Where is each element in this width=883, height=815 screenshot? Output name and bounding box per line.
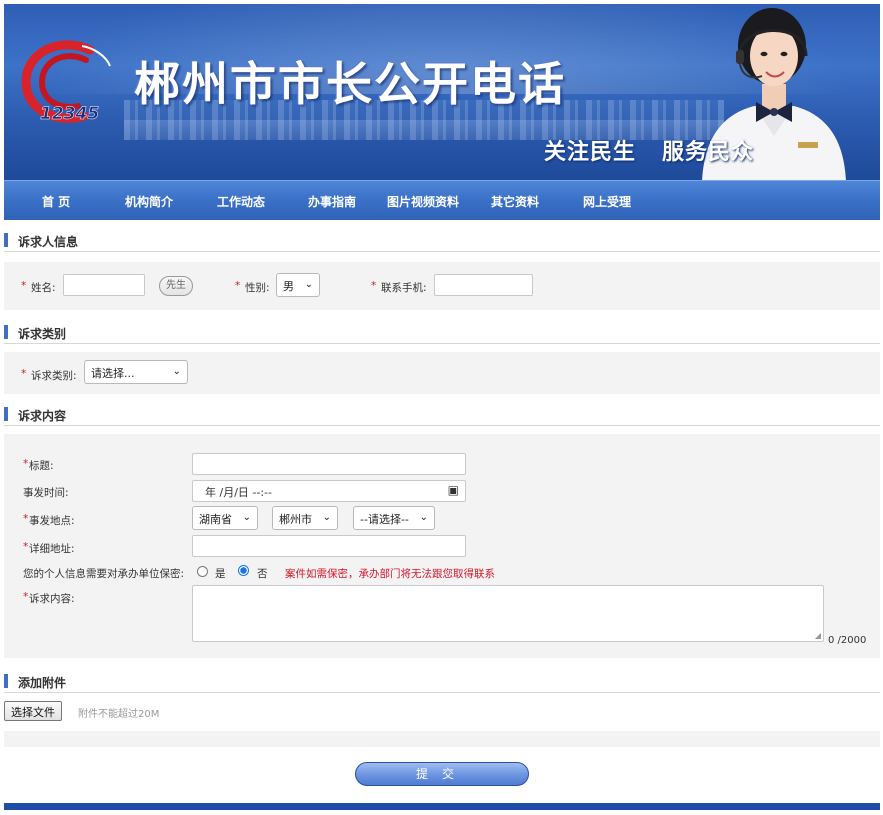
section-title: 诉求类别: [18, 327, 67, 341]
site-slogan: 关注民生 服务民众: [544, 139, 754, 165]
attachment-panel: [4, 731, 880, 747]
nav-item-news[interactable]: 工作动态: [217, 193, 265, 210]
section-content-header: 诉求内容: [4, 404, 880, 426]
privacy-yes-radio[interactable]: [197, 566, 208, 577]
chevron-down-icon: ⌄: [304, 279, 313, 290]
required-mark: *: [21, 280, 27, 292]
time-value: 年 /月/日 --:--: [205, 486, 272, 499]
logo-number: 12345: [40, 104, 100, 125]
title-toggle-button[interactable]: 先生: [159, 276, 193, 296]
section-title: 诉求人信息: [18, 235, 79, 249]
calendar-icon[interactable]: ▣: [448, 483, 459, 497]
section-marker: [4, 233, 8, 247]
category-value: 请选择...: [91, 367, 135, 380]
section-title: 诉求内容: [18, 409, 67, 423]
section-title: 添加附件: [18, 676, 67, 690]
main-nav: 首 页 机构简介 工作动态 办事指南 图片视频资料 其它资料 网上受理: [4, 180, 880, 220]
section-requester-header: 诉求人信息: [4, 230, 880, 252]
resize-grip-icon[interactable]: ◢: [815, 631, 821, 640]
body-label: 诉求内容:: [29, 593, 75, 605]
category-label: 诉求类别:: [31, 370, 77, 382]
required-mark: *: [21, 368, 27, 380]
gender-select[interactable]: 男 ⌄: [276, 273, 320, 297]
nav-item-guide[interactable]: 办事指南: [308, 193, 356, 210]
city-select[interactable]: 郴州市 ⌄: [272, 506, 338, 530]
category-select[interactable]: 请选择... ⌄: [84, 360, 188, 384]
site-banner: 12345 郴州市市长公开电话 关注民生 服务民众: [4, 4, 880, 180]
phone-input[interactable]: [434, 274, 533, 296]
required-mark: *: [23, 458, 29, 470]
chevron-down-icon: ⌄: [419, 512, 428, 523]
attachment-hint: 附件不能超过20M: [78, 709, 160, 720]
chevron-down-icon: ⌄: [322, 512, 331, 523]
address-label: 详细地址:: [29, 543, 75, 555]
privacy-no-label: 否: [257, 568, 268, 580]
section-marker: [4, 407, 8, 421]
choose-file-button[interactable]: 选择文件: [4, 701, 62, 721]
city-value: 郴州市: [279, 513, 312, 526]
char-counter: 0 /2000: [828, 635, 867, 646]
nav-item-online[interactable]: 网上受理: [583, 193, 631, 210]
required-mark: *: [23, 513, 29, 525]
nav-item-home[interactable]: 首 页: [42, 193, 70, 210]
required-mark: *: [235, 280, 241, 292]
hotline-logo: 12345: [20, 38, 124, 124]
section-category-header: 诉求类别: [4, 322, 880, 344]
time-input[interactable]: 年 /月/日 --:-- ▣: [192, 480, 466, 502]
body-textarea[interactable]: ◢: [192, 585, 824, 642]
time-label: 事发时间:: [23, 487, 69, 499]
site-title: 郴州市市长公开电话: [134, 57, 566, 111]
privacy-yes-label: 是: [215, 568, 226, 580]
district-value: --请选择--: [360, 513, 409, 526]
section-attachment-header: 添加附件: [4, 671, 880, 693]
district-select[interactable]: --请选择-- ⌄: [353, 506, 435, 530]
requester-panel: * 姓名: 先生 * 性别: 男 ⌄ * 联系手机:: [4, 262, 880, 310]
gender-label: 性别:: [245, 282, 270, 294]
required-mark: *: [371, 280, 377, 292]
province-value: 湖南省: [199, 513, 232, 526]
nav-item-about[interactable]: 机构简介: [125, 193, 173, 210]
title-input[interactable]: [192, 453, 466, 475]
required-mark: *: [23, 541, 29, 553]
title-label: 标题:: [29, 460, 54, 472]
province-select[interactable]: 湖南省 ⌄: [192, 506, 258, 530]
phone-label: 联系手机:: [381, 282, 427, 294]
content-panel: * 标题: 事发时间: 年 /月/日 --:-- ▣ * 事发地点: 湖南省 ⌄…: [4, 434, 880, 658]
name-label: 姓名:: [31, 282, 56, 294]
category-panel: * 诉求类别: 请选择... ⌄: [4, 352, 880, 394]
address-input[interactable]: [192, 535, 466, 557]
gender-value: 男: [283, 280, 294, 293]
nav-item-media[interactable]: 图片视频资料: [387, 193, 459, 210]
privacy-no-radio[interactable]: [238, 565, 249, 576]
footer-bar: [4, 803, 880, 810]
privacy-warning: 案件如需保密，承办部门将无法跟您取得联系: [285, 568, 495, 580]
section-marker: [4, 674, 8, 688]
name-input[interactable]: [63, 274, 145, 296]
chevron-down-icon: ⌄: [172, 366, 181, 377]
chevron-down-icon: ⌄: [242, 512, 251, 523]
nav-item-other[interactable]: 其它资料: [491, 193, 539, 210]
location-label: 事发地点:: [29, 515, 75, 527]
submit-button[interactable]: 提交: [355, 762, 529, 786]
required-mark: *: [23, 591, 29, 603]
privacy-label: 您的个人信息需要对承办单位保密:: [23, 568, 185, 580]
section-marker: [4, 325, 8, 339]
